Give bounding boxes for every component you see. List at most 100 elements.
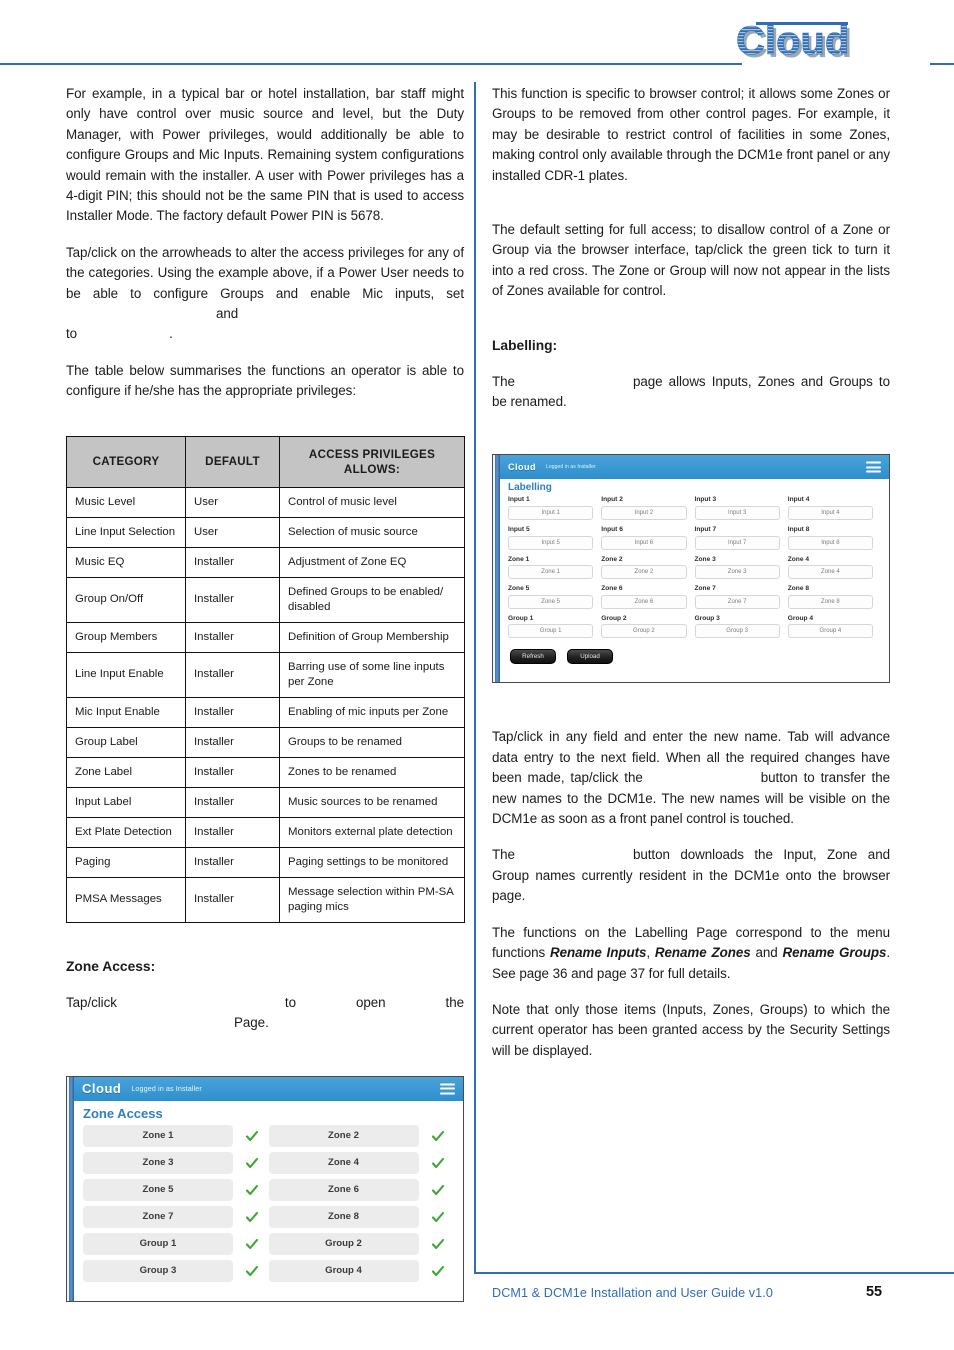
labelling-field-group: Zone 6 Zone 6 [601,586,694,609]
cell-default: Installer [185,651,280,698]
zone-access-pill[interactable]: Zone 1 [83,1124,233,1147]
logged-in-status: Logged in as Installer [546,464,596,471]
zone-access-screenshot-content: Cloud Logged in as Installer Zone Access… [74,1076,463,1301]
labelling-text-input[interactable]: Input 1 [508,506,594,521]
zone-access-cell[interactable]: Group 1 [83,1232,269,1255]
labelling-text-input[interactable]: Input 3 [694,506,780,521]
labelling-field-label: Zone 3 [694,555,716,563]
green-tick-icon[interactable] [431,1183,445,1197]
green-tick-icon[interactable] [431,1129,445,1143]
zone-access-intro-tail: Page. [234,1015,269,1031]
labelling-field-label: Zone 4 [787,555,809,563]
labelling-text-input[interactable]: Zone 2 [601,565,687,580]
labelling-text-input[interactable]: Zone 5 [508,594,594,609]
cell-default: Installer [185,756,280,788]
zone-access-cell[interactable]: Group 2 [268,1232,455,1255]
zone-access-cell[interactable]: Zone 3 [83,1151,269,1174]
labelling-field-label: Zone 1 [508,555,530,563]
zone-access-pill[interactable]: Group 1 [83,1232,233,1255]
refresh-button[interactable]: Refresh [510,649,556,665]
cloud-logo-svg: Cloud Cloud [736,19,853,64]
labelling-text-input[interactable]: Group 1 [508,624,594,639]
labelling-text-input[interactable]: Input 8 [787,535,873,550]
zone-access-pill[interactable]: Zone 6 [268,1178,419,1201]
labelling-field-group: Zone 2 Zone 2 [601,556,694,580]
labelling-heading: Labelling: [492,337,558,353]
zone-access-intro: Tap/click to open the Page. [66,993,464,1034]
labelling-text-input[interactable]: Group 3 [694,624,780,639]
labelling-text-input[interactable]: Input 7 [694,535,780,550]
labelling-field-label: Zone 7 [694,585,716,593]
cell-category: Line Input Enable [66,651,186,698]
hamburger-bar [440,1092,455,1094]
spacer-after-labelling-shot [492,683,890,727]
paragraph-refresh-button: The button downloads the Input, Zone and … [492,845,890,906]
screenshot-scrollbar[interactable] [493,455,500,683]
table-row: Line Input Enable Installer Barring use … [66,651,465,698]
cell-category: Ext Plate Detection [66,816,186,848]
labelling-intro-tail: page allows Inputs, Zones and Groups to … [492,373,890,410]
zone-access-cell[interactable]: Zone 5 [83,1178,269,1201]
labelling-text-input[interactable]: Input 2 [601,506,687,521]
zone-access-cell[interactable]: Zone 4 [268,1151,455,1174]
labelling-text-input[interactable]: Zone 7 [694,594,780,609]
labelling-text-input[interactable]: Zone 6 [601,594,687,609]
labelling-field-group: Zone 5 Zone 5 [508,586,601,609]
cell-allows: Definition of Group Membership [279,621,465,653]
labelling-row: Input 5 Input 5 Input 6 Input 6 Input 7 … [508,526,881,550]
green-tick-icon[interactable] [245,1129,259,1143]
labelling-text-input[interactable]: Zone 1 [508,565,594,580]
labelling-form: Input 1 Input 1 Input 2 Input 2 Input 3 … [500,495,889,682]
zone-access-topbar: Cloud Logged in as Installer [74,1076,463,1101]
labelling-text-input[interactable]: Zone 4 [787,565,873,580]
zone-access-pill[interactable]: Zone 7 [83,1205,233,1228]
labelling-field-group: Group 3 Group 3 [694,615,788,639]
green-tick-icon[interactable] [245,1237,259,1251]
zone-access-pill[interactable]: Zone 3 [83,1151,233,1174]
green-tick-icon[interactable] [245,1183,259,1197]
zone-access-cell[interactable]: Zone 2 [268,1124,455,1147]
hamburger-bar [866,461,881,464]
zone-access-pill[interactable]: Zone 2 [268,1124,419,1147]
paragraph-arrowheads-mid: and [216,306,239,322]
upload-button[interactable]: Upload [567,649,613,665]
page-header: Cloud Cloud [0,0,954,72]
green-tick-icon[interactable] [245,1156,259,1170]
labelling-text-input[interactable]: Input 5 [508,535,594,550]
zone-access-cell[interactable]: Zone 8 [268,1205,455,1228]
cell-allows: Adjustment of Zone EQ [279,546,465,578]
cell-allows: Paging settings to be monitored [279,846,465,878]
labelling-row: Zone 5 Zone 5 Zone 6 Zone 6 Zone 7 Zone … [508,586,881,609]
zone-access-cell[interactable]: Zone 7 [83,1205,269,1228]
labelling-button-bar: Refresh Upload [508,645,881,674]
hamburger-menu-icon[interactable] [440,1083,455,1094]
zone-access-cell[interactable]: Zone 6 [268,1178,455,1201]
table-row: Music EQ Installer Adjustment of Zone EQ [66,546,465,578]
labelling-row: Group 1 Group 1 Group 2 Group 2 Group 3 … [508,615,881,639]
cell-category: Paging [66,846,186,878]
hamburger-bar [866,470,881,473]
hamburger-menu-icon[interactable] [866,461,881,473]
cell-default: Installer [185,546,280,578]
green-tick-icon[interactable] [431,1210,445,1224]
labelling-text-input[interactable]: Group 2 [601,624,687,639]
zone-access-row: Zone 1 Zone 2 [83,1124,455,1147]
labelling-field-group: Group 4 Group 4 [787,615,881,639]
footer-title: DCM1 & DCM1e Installation and User Guide… [492,1286,773,1300]
labelling-text-input[interactable]: Input 4 [787,506,873,521]
zone-access-pill[interactable]: Group 2 [268,1232,419,1255]
green-tick-icon[interactable] [245,1210,259,1224]
zone-access-pill[interactable]: Zone 4 [268,1151,419,1174]
cloud-logo-small: Cloud [508,461,536,472]
labelling-text-input[interactable]: Zone 8 [787,594,873,609]
green-tick-icon[interactable] [431,1156,445,1170]
labelling-text-input[interactable]: Zone 3 [694,565,780,580]
cell-category: Input Label [66,786,186,818]
labelling-text-input[interactable]: Input 6 [601,535,687,550]
labelling-text-input[interactable]: Group 4 [787,624,873,639]
zone-access-pill[interactable]: Zone 8 [268,1205,419,1228]
zone-access-pill[interactable]: Zone 5 [83,1178,233,1201]
screenshot-scrollbar[interactable] [67,1076,74,1301]
green-tick-icon[interactable] [431,1237,445,1251]
zone-access-cell[interactable]: Zone 1 [83,1124,269,1147]
